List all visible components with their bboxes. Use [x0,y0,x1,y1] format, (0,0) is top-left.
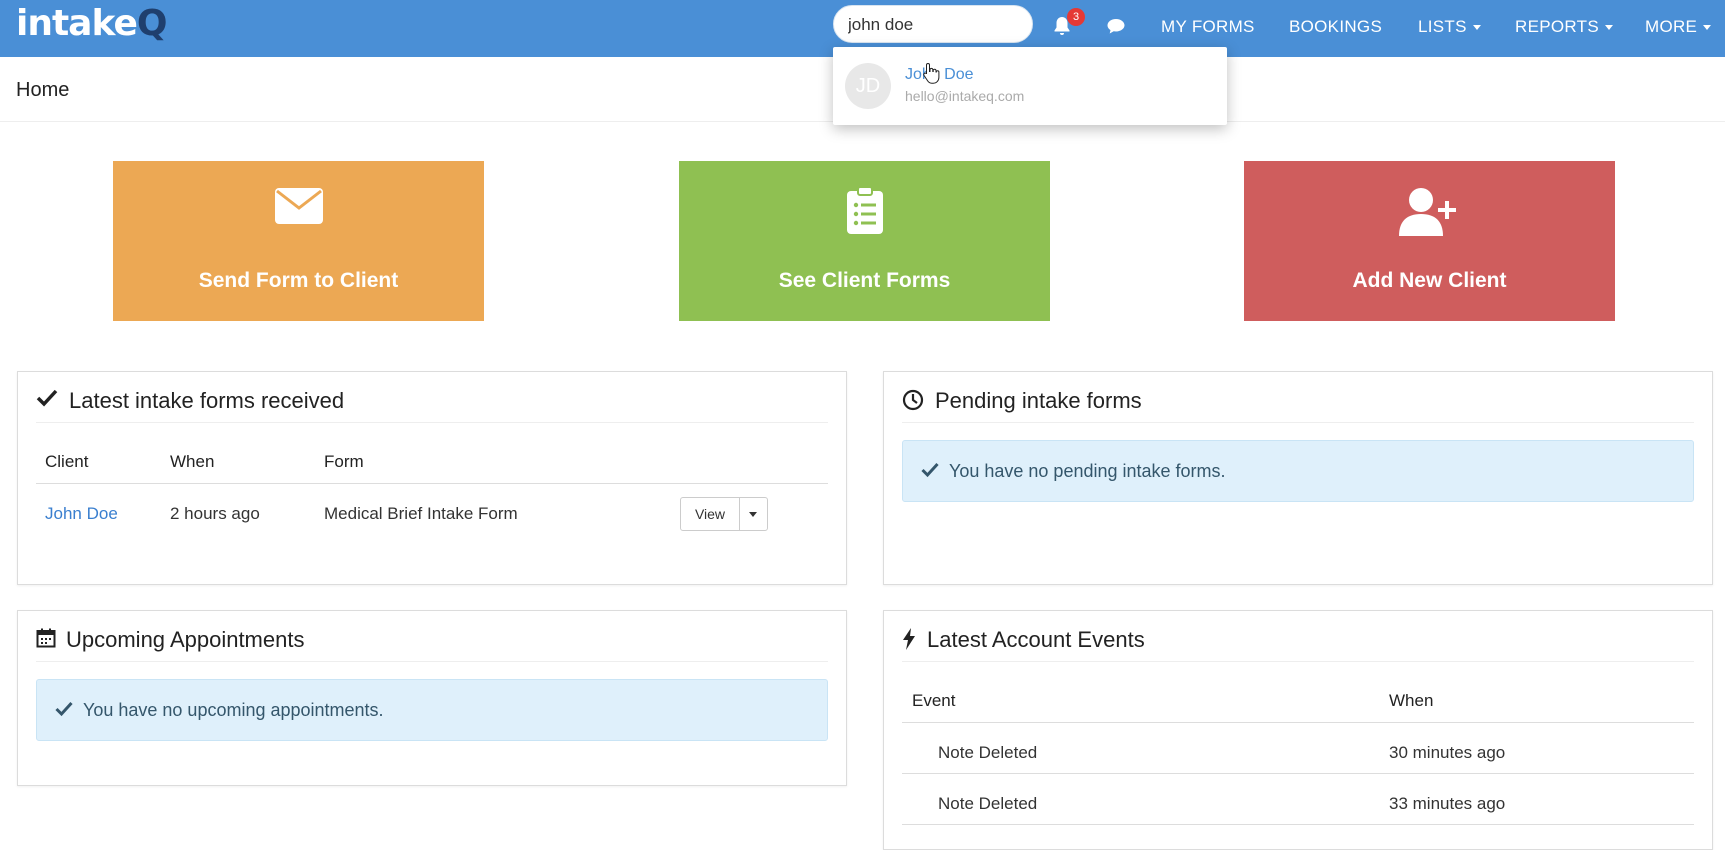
send-form-to-client-button[interactable]: Send Form to Client [113,161,484,321]
lightning-bolt-icon [903,628,915,650]
latest-account-events-panel: Latest Account Events Event When Note De… [883,610,1713,850]
add-new-client-button[interactable]: Add New Client [1244,161,1615,321]
see-client-forms-button[interactable]: See Client Forms [679,161,1050,321]
panel-title: Latest Account Events [927,627,1145,652]
panel-header: Latest Account Events [902,611,1694,662]
tile-label: Send Form to Client [198,269,399,292]
logo-text: intake [16,3,138,44]
panel-title: Pending intake forms [935,388,1142,413]
nav-my-forms-label: MY FORMS [1161,17,1255,36]
notification-count-badge: 3 [1067,8,1085,26]
form-name: Medical Brief Intake Form [324,504,518,523]
latest-intake-forms-panel: Latest intake forms received Client When… [17,371,847,585]
tile-label: See Client Forms [778,269,951,292]
tile-label: Add New Client [1352,269,1507,292]
intakeq-logo[interactable]: intakeQ [16,3,168,44]
envelope-icon [274,188,323,224]
nav-bookings-label: BOOKINGS [1289,17,1383,36]
pending-intake-forms-panel: Pending intake forms You have no pending… [883,371,1713,585]
page-title: Home [16,79,70,101]
table-divider [36,483,828,484]
checkmark-icon [36,389,58,407]
info-message: You have no upcoming appointments. [83,700,384,720]
checkmark-icon [921,462,939,478]
nav-more[interactable]: MORE [1645,17,1712,37]
calendar-icon [36,628,56,648]
nav-reports-label: REPORTS [1515,17,1599,36]
view-button-group: View [680,497,768,531]
nav-lists-label: LISTS [1418,17,1467,36]
panel-title: Upcoming Appointments [66,627,305,652]
table-divider [902,722,1694,723]
client-search-box[interactable] [833,5,1033,43]
logo-accent: Q [136,3,168,44]
hand-cursor-icon [923,62,940,84]
search-result-email: hello@intakeq.com [905,88,1025,104]
nav-my-forms[interactable]: MY FORMS [1161,17,1255,37]
search-results-dropdown: JD John Doe hello@intakeq.com [833,47,1227,125]
nav-more-label: MORE [1645,17,1698,36]
nav-bookings[interactable]: BOOKINGS [1289,17,1382,37]
info-message: You have no pending intake forms. [949,461,1226,481]
received-time: 2 hours ago [170,504,260,523]
panel-header: Upcoming Appointments [36,611,828,662]
chevron-down-icon [1703,25,1712,31]
view-button[interactable]: View [681,498,740,530]
info-alert: You have no upcoming appointments. [36,679,828,741]
client-search-input[interactable] [848,14,1018,36]
chevron-down-icon [1472,25,1481,31]
column-header-event: Event [912,691,956,710]
nav-lists[interactable]: LISTS [1418,17,1481,37]
column-header-when: When [170,452,215,471]
event-time: 33 minutes ago [1389,794,1506,813]
avatar: JD [845,63,891,109]
column-header-client: Client [45,452,89,471]
event-name: Note Deleted [938,743,1038,762]
client-link[interactable]: John Doe [45,504,118,524]
chevron-down-icon [1604,25,1613,31]
clock-icon [902,389,924,411]
event-time: 30 minutes ago [1389,743,1506,762]
table-divider [902,824,1694,825]
table-divider [902,773,1694,774]
user-plus-icon [1398,188,1456,236]
upcoming-appointments-panel: Upcoming Appointments You have no upcomi… [17,610,847,786]
info-alert: You have no pending intake forms. [902,440,1694,502]
checkmark-icon [55,701,73,717]
clipboard-list-icon [846,187,883,234]
column-header-form: Form [324,452,364,471]
column-header-when: When [1389,691,1434,710]
chat-icon[interactable] [1104,14,1128,38]
view-options-dropdown-toggle[interactable] [749,512,757,517]
panel-title: Latest intake forms received [69,388,345,413]
event-name: Note Deleted [938,794,1038,813]
nav-reports[interactable]: REPORTS [1515,17,1613,37]
panel-header: Latest intake forms received [36,372,828,423]
panel-header: Pending intake forms [902,372,1694,423]
